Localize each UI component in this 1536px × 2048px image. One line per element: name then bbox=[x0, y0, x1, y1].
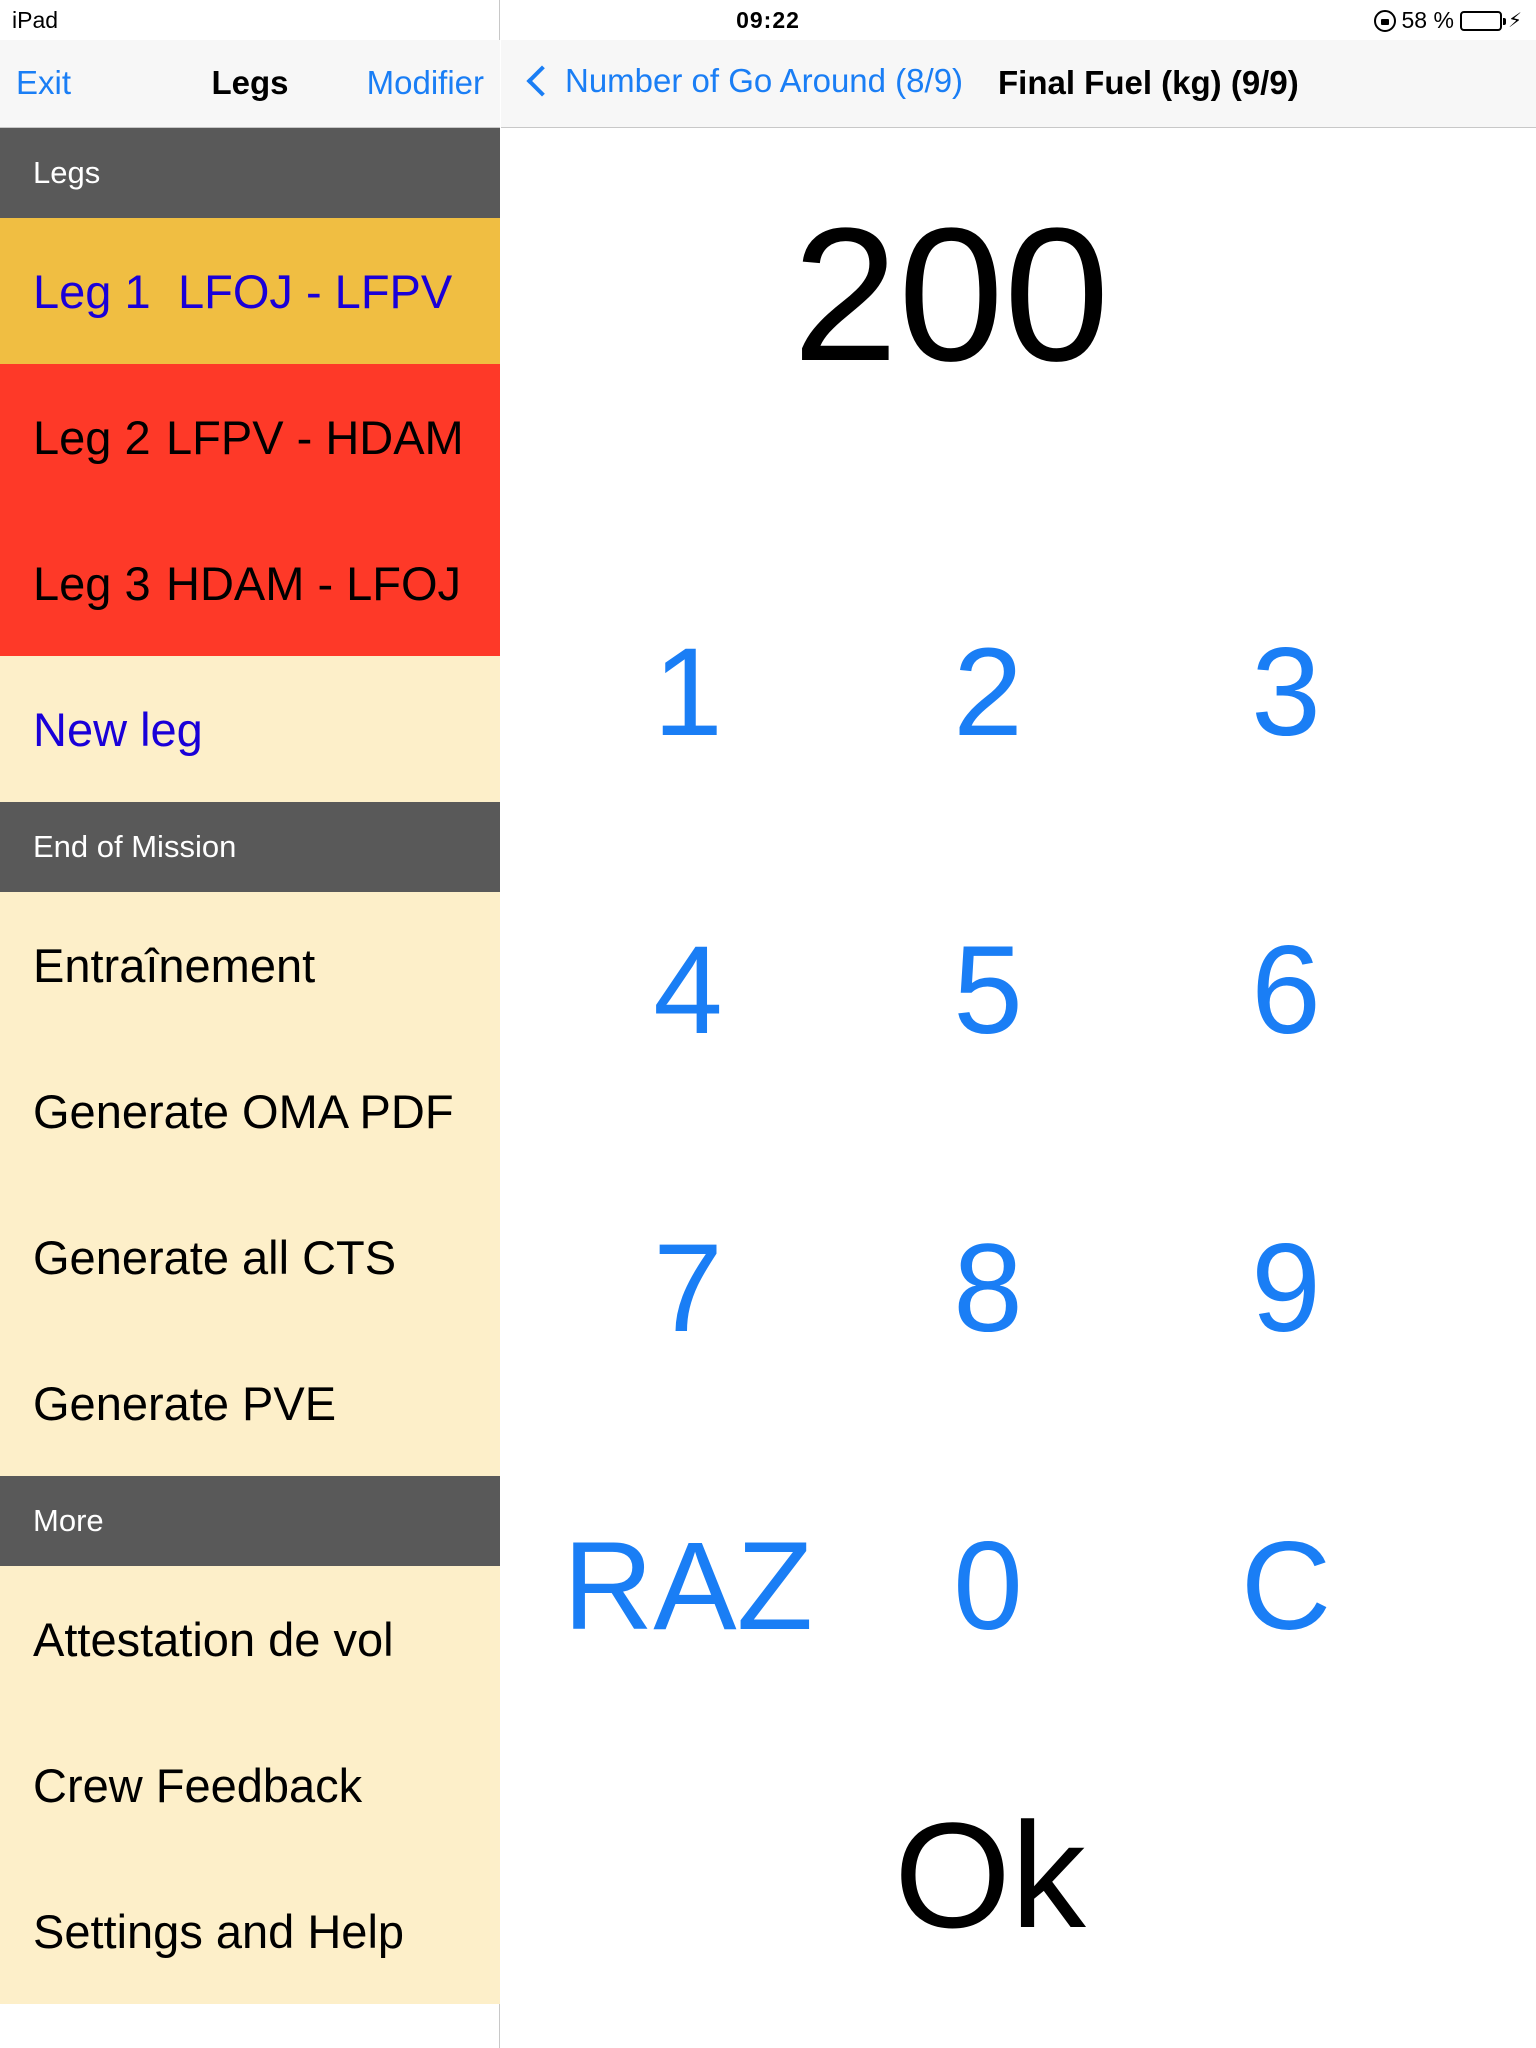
section-header-legs: Legs bbox=[0, 128, 500, 218]
leg-item-2[interactable]: Leg 2 LFPV - HDAM bbox=[0, 364, 500, 510]
status-time: 09:22 bbox=[736, 7, 800, 33]
menu-item-attestation-de-vol[interactable]: Attestation de vol bbox=[0, 1566, 500, 1712]
battery-icon bbox=[1459, 10, 1506, 31]
key-5[interactable]: 5 bbox=[888, 928, 1088, 1053]
key-7[interactable]: 7 bbox=[588, 1226, 788, 1351]
key-4[interactable]: 4 bbox=[588, 928, 788, 1053]
value-display: 200 bbox=[792, 189, 1110, 401]
leg-number: Leg 2 bbox=[33, 410, 151, 464]
modifier-button[interactable]: Modifier bbox=[367, 64, 484, 102]
leg-route: HDAM - LFOJ bbox=[166, 556, 462, 610]
detail-nav-bar: Number of Go Around (8/9) Final Fuel (kg… bbox=[501, 40, 1536, 128]
new-leg-button[interactable]: New leg bbox=[0, 656, 500, 802]
leg-number: Leg 1 bbox=[33, 264, 151, 318]
menu-item-entrainement[interactable]: Entraînement bbox=[0, 892, 500, 1038]
key-clear[interactable]: C bbox=[1186, 1524, 1386, 1649]
menu-item-generate-pve[interactable]: Generate PVE bbox=[0, 1330, 500, 1476]
menu-item-generate-oma-pdf[interactable]: Generate OMA PDF bbox=[0, 1038, 500, 1184]
battery-percentage: 58 % bbox=[1401, 7, 1454, 33]
detail-title: Final Fuel (kg) (9/9) bbox=[998, 64, 1299, 101]
leg-route: LFPV - HDAM bbox=[166, 410, 464, 464]
leg-number: Leg 3 bbox=[33, 556, 151, 610]
orientation-lock-icon bbox=[1373, 9, 1396, 32]
numeric-keypad: 1 2 3 4 5 6 7 8 9 RAZ 0 C bbox=[501, 600, 1536, 1900]
leg-item-3[interactable]: Leg 3 HDAM - LFOJ bbox=[0, 510, 500, 656]
ok-button[interactable]: Ok bbox=[790, 1800, 1190, 1950]
leg-route: LFOJ - LFPV bbox=[178, 264, 453, 318]
back-button[interactable]: Number of Go Around (8/9) bbox=[523, 62, 963, 100]
chevron-left-icon bbox=[526, 65, 558, 97]
status-bar: iPad 09:22 58 % ⚡ bbox=[0, 0, 1536, 40]
sidebar: Exit Legs Modifier Legs Leg 1 LFOJ - LFP… bbox=[0, 0, 500, 2048]
key-raz[interactable]: RAZ bbox=[543, 1524, 833, 1649]
section-header-more: More bbox=[0, 1476, 500, 1566]
key-8[interactable]: 8 bbox=[888, 1226, 1088, 1351]
sidebar-nav-bar: Exit Legs Modifier bbox=[0, 40, 500, 128]
sidebar-list: Legs Leg 1 LFOJ - LFPV Leg 2 LFPV - HDAM… bbox=[0, 128, 500, 2004]
back-button-label: Number of Go Around (8/9) bbox=[565, 62, 964, 99]
menu-item-generate-all-cts[interactable]: Generate all CTS bbox=[0, 1184, 500, 1330]
charging-bolt-icon: ⚡ bbox=[1507, 10, 1522, 32]
key-0[interactable]: 0 bbox=[888, 1524, 1088, 1649]
key-2[interactable]: 2 bbox=[888, 630, 1088, 755]
menu-item-settings-and-help[interactable]: Settings and Help bbox=[0, 1858, 500, 2004]
section-header-end-of-mission: End of Mission bbox=[0, 802, 500, 892]
key-9[interactable]: 9 bbox=[1186, 1226, 1386, 1351]
menu-item-crew-feedback[interactable]: Crew Feedback bbox=[0, 1712, 500, 1858]
status-right-group: 58 % ⚡ bbox=[1373, 7, 1522, 34]
key-6[interactable]: 6 bbox=[1186, 928, 1386, 1053]
leg-item-1[interactable]: Leg 1 LFOJ - LFPV bbox=[0, 218, 500, 364]
key-1[interactable]: 1 bbox=[588, 630, 788, 755]
key-3[interactable]: 3 bbox=[1186, 630, 1386, 755]
